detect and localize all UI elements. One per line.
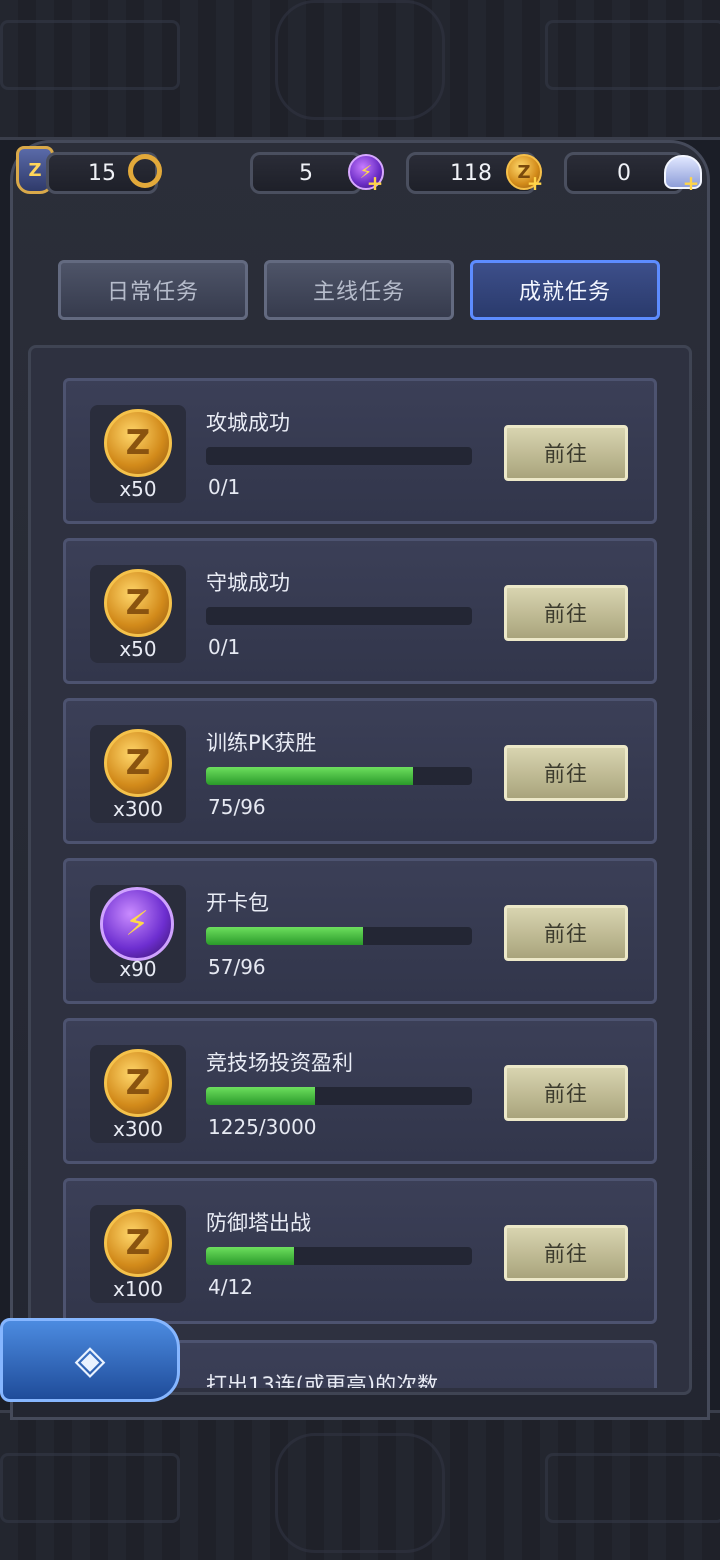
task-name: 开卡包 (206, 891, 269, 915)
progress-fill (206, 1087, 316, 1105)
task-name: 竞技场投资盈利 (206, 1051, 353, 1075)
task-name: 防御塔出战 (206, 1211, 311, 1235)
progress-text: 57/96 (208, 955, 266, 979)
go-button[interactable]: 前往 (504, 1065, 628, 1121)
progress-bar (206, 447, 472, 465)
coin-icon: Z (104, 729, 172, 797)
progress-text: 0/1 (208, 475, 241, 499)
coin-icon: Z (104, 1209, 172, 1277)
go-button-label: 前往 (544, 762, 588, 786)
progress-bar (206, 607, 472, 625)
reward-box: Z x100 (90, 1205, 186, 1303)
progress-bar (206, 927, 472, 945)
reward-quantity: x50 (119, 477, 157, 501)
go-button[interactable]: 前往 (504, 1225, 628, 1281)
go-button[interactable]: 前往 (504, 745, 628, 801)
progress-bar (206, 1087, 472, 1105)
reward-box: Z x300 (90, 1045, 186, 1143)
gem-value: 5 (299, 160, 313, 186)
progress-fill (206, 767, 414, 785)
go-button[interactable]: 前往 (504, 425, 628, 481)
ribbon-emblem-icon: ◈ (74, 1337, 106, 1383)
go-button-label: 前往 (544, 1082, 588, 1106)
tab-main-tasks[interactable]: 主线任务 (264, 260, 454, 320)
task-card: Z x50 攻城成功 0/1 前往 (63, 378, 657, 524)
task-card: Z x300 竞技场投资盈利 1225/3000 前往 (63, 1018, 657, 1164)
gem-counter[interactable]: 5 (250, 152, 362, 194)
task-name: 守城成功 (206, 571, 290, 595)
coin-icon: Z (104, 569, 172, 637)
coin-value: 118 (450, 160, 492, 186)
go-button[interactable]: 前往 (504, 905, 628, 961)
bg-decoration-right (545, 20, 720, 90)
progress-text: 4/12 (208, 1275, 253, 1299)
progress-text: 0/1 (208, 635, 241, 659)
reward-quantity: x90 (119, 957, 157, 981)
progress-bar (206, 767, 472, 785)
coin-icon: Z (104, 1049, 172, 1117)
go-button-label: 前往 (544, 1242, 588, 1266)
go-button-label: 前往 (544, 922, 588, 946)
bg-medallion-bottom (275, 1433, 445, 1553)
tab-achievement-tasks[interactable]: 成就任务 (470, 260, 660, 320)
coin-icon: Z (104, 409, 172, 477)
level-value: 15 (88, 160, 116, 186)
task-card: ⚡ x90 开卡包 57/96 前往 (63, 858, 657, 1004)
tab-label: 主线任务 (312, 280, 405, 305)
bg-decoration-left (0, 20, 180, 90)
go-button-label: 前往 (544, 602, 588, 626)
add-gem-icon[interactable]: + (366, 173, 384, 193)
tab-label: 日常任务 (106, 280, 199, 305)
progress-text: 75/96 (208, 795, 266, 819)
bottom-background (0, 1410, 720, 1560)
reward-box: Z x50 (90, 405, 186, 503)
reward-box: Z x50 (90, 565, 186, 663)
reward-box: ⚡ x90 (90, 885, 186, 983)
bg-decoration-right-bottom (545, 1453, 720, 1523)
bg-medallion-top (275, 0, 445, 120)
progress-bar (206, 1247, 472, 1265)
add-coin-icon[interactable]: + (526, 173, 544, 193)
tab-daily-tasks[interactable]: 日常任务 (58, 260, 248, 320)
task-name: 攻城成功 (206, 411, 290, 435)
reward-quantity: x100 (112, 1277, 163, 1301)
top-background (0, 0, 720, 140)
reward-quantity: x300 (112, 797, 163, 821)
task-card: Z x300 训练PK获胜 75/96 前往 (63, 698, 657, 844)
bg-decoration-left-bottom (0, 1453, 180, 1523)
task-card: Z x50 守城成功 0/1 前往 (63, 538, 657, 684)
reward-box: Z x300 (90, 725, 186, 823)
shell-value: 0 (617, 160, 631, 186)
task-name: 训练PK获胜 (206, 731, 317, 755)
reward-quantity: x300 (112, 1117, 163, 1141)
task-name: 打出13连(或更高)的次数 (206, 1373, 439, 1388)
go-button[interactable]: 前往 (504, 585, 628, 641)
search-icon[interactable] (128, 154, 162, 188)
menu-ribbon-button[interactable]: ◈ (0, 1318, 180, 1402)
gem-icon: ⚡ (100, 887, 174, 961)
add-shell-icon[interactable]: + (682, 173, 700, 193)
progress-text: 1225/3000 (208, 1115, 317, 1139)
go-button-label: 前往 (544, 442, 588, 466)
task-card: Z x100 防御塔出战 4/12 前往 (63, 1178, 657, 1324)
tab-label: 成就任务 (518, 280, 611, 305)
progress-fill (206, 927, 363, 945)
progress-fill (206, 1247, 294, 1265)
reward-quantity: x50 (119, 637, 157, 661)
